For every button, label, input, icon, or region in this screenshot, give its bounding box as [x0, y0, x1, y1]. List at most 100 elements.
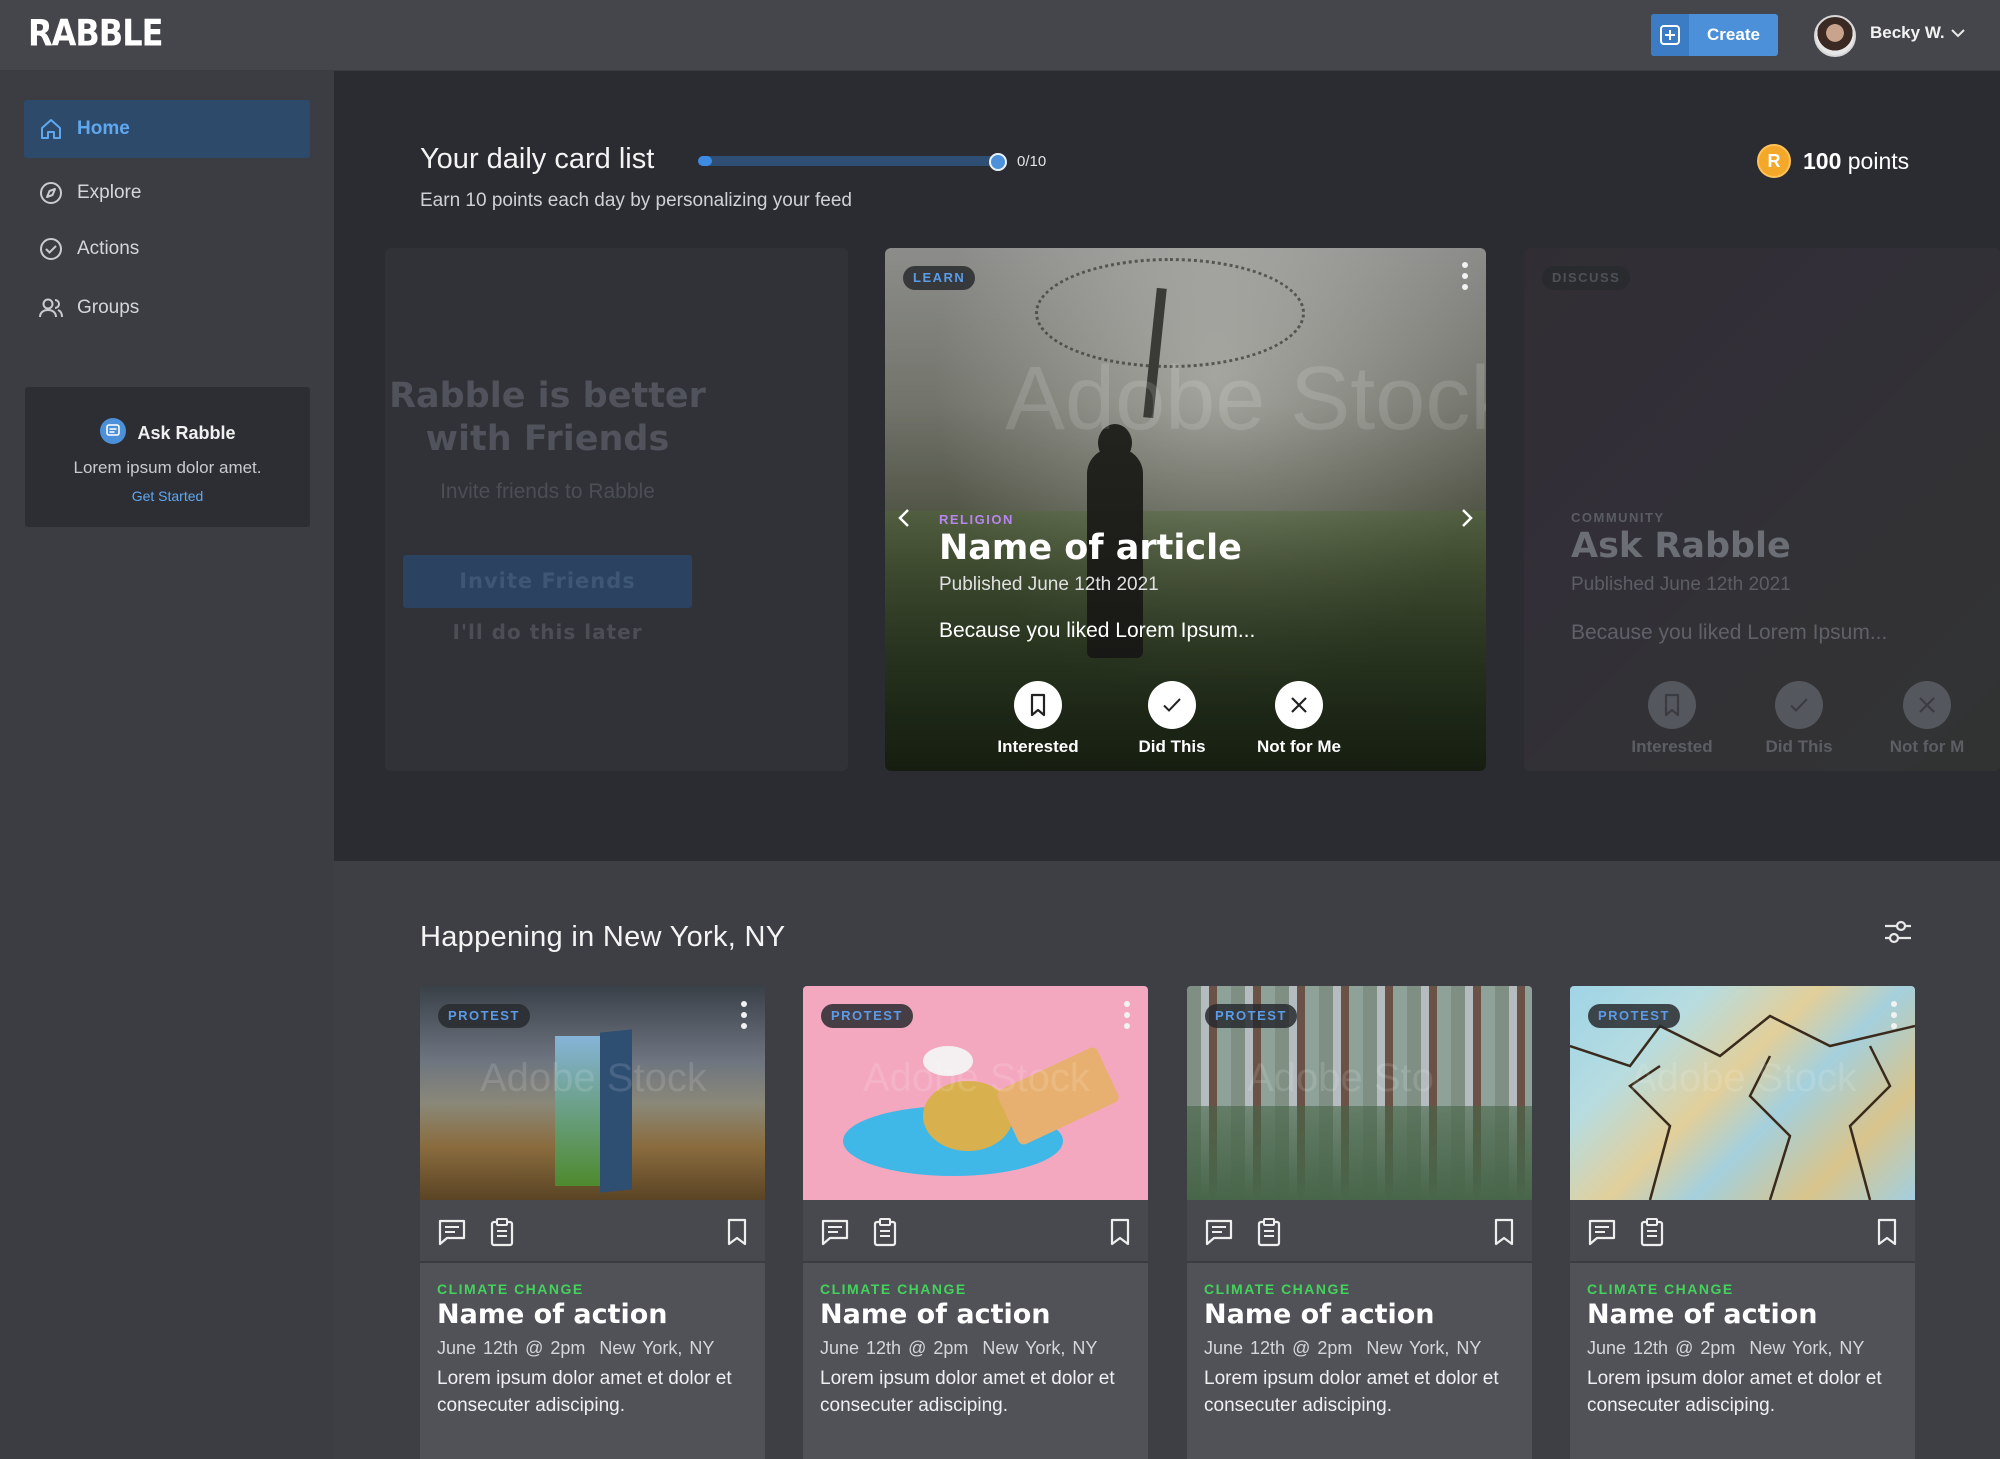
clipboard-icon[interactable]: [873, 1217, 897, 1252]
invite-card-title: Rabble is better with Friends: [385, 375, 710, 461]
event-date: June 12th @ 2pm: [820, 1338, 969, 1358]
event-card[interactable]: Adobe Stock PROTEST CLIMATE CHANGE Name …: [420, 986, 765, 1459]
did-this-button[interactable]: Did This: [1734, 681, 1864, 757]
bookmark-icon[interactable]: [1108, 1217, 1132, 1252]
comment-icon[interactable]: [1204, 1218, 1234, 1251]
sidebar-item-label: Actions: [77, 238, 140, 259]
not-for-me-button[interactable]: Not for M: [1862, 681, 1992, 757]
more-options-icon[interactable]: [1462, 262, 1468, 290]
points-value: 100: [1803, 147, 1842, 174]
interested-button[interactable]: Interested: [1607, 681, 1737, 757]
rabble-coin-icon: R: [1757, 144, 1791, 178]
check-icon: [1148, 681, 1196, 729]
ask-rabble-panel: Ask Rabble Lorem ipsum dolor amet. Get S…: [25, 387, 310, 527]
article-card[interactable]: Adobe Stock LEARN RELIGION Name of artic…: [885, 248, 1486, 771]
event-category: CLIMATE CHANGE: [437, 1281, 584, 1297]
event-actions-bar: [1187, 1200, 1532, 1263]
more-options-icon[interactable]: [1124, 1001, 1130, 1029]
more-options-icon[interactable]: [741, 1001, 747, 1029]
did-this-button[interactable]: Did This: [1107, 681, 1237, 757]
event-card[interactable]: Adobe Sto PROTEST CLIMATE CHANGE Name of…: [1187, 986, 1532, 1459]
chevron-left-icon[interactable]: [893, 506, 917, 530]
create-button-label: Create: [1707, 25, 1760, 44]
event-description: Lorem ipsum dolor amet et dolor et conse…: [1204, 1368, 1499, 1416]
daily-card-list-subtitle: Earn 10 points each day by personalizing…: [420, 190, 852, 211]
home-icon: [38, 116, 64, 142]
chevron-down-icon[interactable]: [1950, 26, 1966, 44]
event-actions-bar: [803, 1200, 1148, 1263]
event-card[interactable]: Adobe Stock PROTEST CLIMATE CHANGE Name …: [1570, 986, 1915, 1459]
avatar[interactable]: [1814, 15, 1856, 57]
invite-friends-button[interactable]: Invite Friends: [403, 555, 692, 608]
event-title[interactable]: Name of action: [1587, 1299, 1818, 1330]
ask-rabble-title: Ask Rabble: [137, 423, 236, 443]
bookmark-icon[interactable]: [1875, 1217, 1899, 1252]
event-title[interactable]: Name of action: [437, 1299, 668, 1330]
event-title[interactable]: Name of action: [820, 1299, 1051, 1330]
event-meta: June 12th @ 2pm New York, NY: [1204, 1338, 1481, 1359]
happening-section: Happening in New York, NY Adobe Stock PR…: [334, 861, 2000, 1459]
rabble-logo[interactable]: RABBLE: [28, 11, 163, 55]
progress-fill: [698, 156, 712, 166]
event-meta: June 12th @ 2pm New York, NY: [820, 1338, 1097, 1359]
get-started-link[interactable]: Get Started: [25, 488, 310, 504]
event-description: Lorem ipsum dolor amet et dolor et conse…: [1587, 1368, 1882, 1416]
clipboard-icon[interactable]: [1257, 1217, 1281, 1252]
sidebar-item-label: Groups: [77, 297, 140, 318]
event-date: June 12th @ 2pm: [1587, 1338, 1736, 1358]
event-category: CLIMATE CHANGE: [820, 1281, 967, 1297]
user-name[interactable]: Becky W.: [1870, 23, 1945, 43]
invite-card-subtitle: Invite friends to Rabble: [440, 480, 655, 503]
discuss-card[interactable]: DISCUSS COMMUNITY Ask Rabble Published J…: [1524, 248, 2000, 771]
comment-icon[interactable]: [1587, 1218, 1617, 1251]
close-icon: [1275, 681, 1323, 729]
not-for-me-button[interactable]: Not for Me: [1234, 681, 1364, 757]
chevron-right-icon[interactable]: [1454, 506, 1478, 530]
sidebar-item-explore[interactable]: Explore: [24, 164, 310, 222]
sidebar-item-groups[interactable]: Groups: [24, 279, 310, 337]
plus-icon: [1651, 14, 1689, 56]
do-later-link[interactable]: I'll do this later: [385, 620, 710, 644]
discuss-title[interactable]: Ask Rabble: [1571, 526, 1791, 566]
event-location: New York, NY: [982, 1338, 1098, 1358]
invite-card-title-line2: with Friends: [425, 419, 670, 459]
article-title[interactable]: Name of article: [939, 528, 1242, 568]
comment-icon[interactable]: [820, 1218, 850, 1251]
sidebar-item-home[interactable]: Home: [24, 100, 310, 158]
protest-badge: PROTEST: [438, 1004, 530, 1028]
door-panel: [600, 1029, 632, 1193]
did-this-label: Did This: [1765, 737, 1833, 756]
progress-count: 0/10: [1017, 153, 1047, 170]
interested-button[interactable]: Interested: [973, 681, 1103, 757]
event-category: CLIMATE CHANGE: [1587, 1281, 1734, 1297]
article-reason: Because you liked Lorem Ipsum...: [939, 619, 1256, 642]
points-display: R 100 points: [1757, 144, 1909, 178]
discuss-reason: Because you liked Lorem Ipsum...: [1571, 621, 1888, 644]
door-illustration: [555, 1036, 603, 1186]
protest-badge: PROTEST: [1588, 1004, 1680, 1028]
happening-title: Happening in New York, NY: [420, 921, 786, 953]
compass-icon: [38, 180, 64, 206]
daily-progress-bar: [698, 153, 1007, 171]
interested-label: Interested: [1631, 737, 1713, 756]
bookmark-icon: [1648, 681, 1696, 729]
bookmark-icon[interactable]: [1492, 1217, 1516, 1252]
bookmark-icon[interactable]: [725, 1217, 749, 1252]
event-location: New York, NY: [599, 1338, 715, 1358]
event-title[interactable]: Name of action: [1204, 1299, 1435, 1330]
clipboard-icon[interactable]: [1640, 1217, 1664, 1252]
filter-icon[interactable]: [1882, 916, 1914, 953]
event-category: CLIMATE CHANGE: [1204, 1281, 1351, 1297]
event-card[interactable]: Adobe Stock PROTEST CLIMATE CHANGE Name …: [803, 986, 1148, 1459]
invite-friends-card: Rabble is better with Friends Invite fri…: [385, 248, 848, 771]
sidebar-item-actions[interactable]: Actions: [24, 220, 310, 278]
create-button[interactable]: Create: [1651, 14, 1778, 56]
more-options-icon[interactable]: [1891, 1001, 1897, 1029]
event-actions-bar: [420, 1200, 765, 1263]
discuss-published: Published June 12th 2021: [1571, 574, 1791, 595]
ask-rabble-subtitle: Lorem ipsum dolor amet.: [73, 458, 262, 477]
article-category: RELIGION: [939, 512, 1014, 527]
clipboard-icon[interactable]: [490, 1217, 514, 1252]
event-meta: June 12th @ 2pm New York, NY: [1587, 1338, 1864, 1359]
comment-icon[interactable]: [437, 1218, 467, 1251]
